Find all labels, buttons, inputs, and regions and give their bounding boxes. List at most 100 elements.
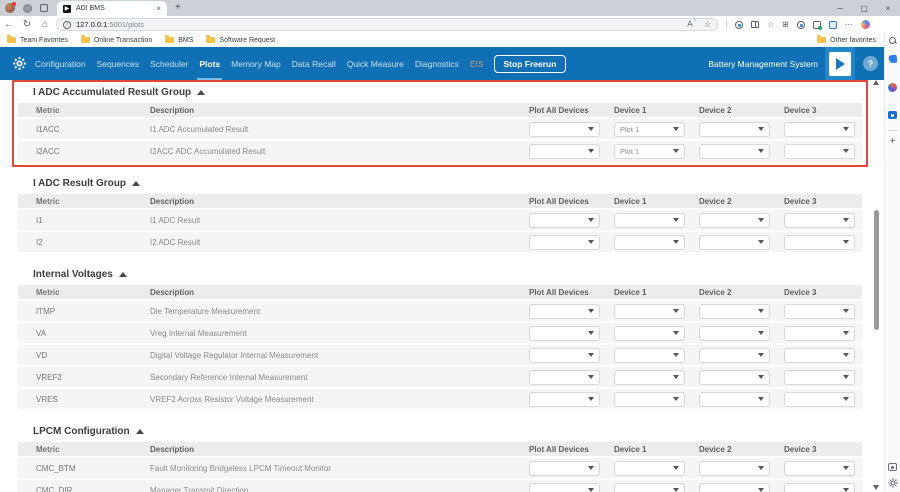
group-header[interactable]: I ADC Accumulated Result Group (18, 86, 862, 99)
device-1-select[interactable]: Plot 1 (614, 144, 685, 159)
plot-all-devices-select[interactable] (529, 144, 600, 159)
device-3-select[interactable] (784, 213, 855, 228)
plot-all-devices-select[interactable] (529, 348, 600, 363)
device-2-select[interactable] (699, 392, 770, 407)
device-2-select[interactable] (699, 326, 770, 341)
plot-all-devices-select[interactable] (529, 326, 600, 341)
split-screen-icon[interactable] (751, 21, 759, 28)
close-button[interactable]: × (876, 4, 900, 13)
device-2-select[interactable] (699, 213, 770, 228)
device-3-select[interactable] (784, 370, 855, 385)
plot-all-devices-select[interactable] (529, 392, 600, 407)
nav-item-sequences[interactable]: Sequences (97, 47, 140, 80)
address-bar[interactable]: i 127.0.0.1:5001/plots A⌃ ☆ (56, 18, 718, 31)
bookmark-folder[interactable]: Online Transaction (81, 37, 152, 44)
favorite-star-icon[interactable]: ☆ (704, 21, 711, 29)
extensions-icon[interactable] (813, 21, 821, 29)
device-1-select[interactable] (614, 304, 685, 319)
device-2-select[interactable] (699, 304, 770, 319)
group-header[interactable]: I ADC Result Group (18, 177, 862, 190)
maximize-button[interactable]: ▢ (852, 4, 876, 13)
url-text[interactable]: 127.0.0.1:5001/plots (76, 20, 682, 29)
plot-all-devices-select[interactable] (529, 213, 600, 228)
nav-item-configuration[interactable]: Configuration (35, 47, 86, 80)
site-info-icon[interactable]: i (63, 21, 71, 29)
device-2-select[interactable] (699, 348, 770, 363)
device-3-select[interactable] (784, 326, 855, 341)
device-2-select[interactable] (699, 483, 770, 492)
web-capture-icon[interactable] (829, 21, 837, 29)
collapse-arrow-icon[interactable] (132, 181, 140, 186)
plot-all-devices-select[interactable] (529, 483, 600, 492)
add-sidebar-item-icon[interactable]: + (890, 137, 896, 147)
device-1-select[interactable] (614, 461, 685, 476)
device-3-select[interactable] (784, 304, 855, 319)
device-1-select[interactable] (614, 326, 685, 341)
device-3-select[interactable] (784, 348, 855, 363)
plot-all-devices-select[interactable] (529, 304, 600, 319)
home-button[interactable]: ⌂ (36, 19, 54, 30)
device-2-select[interactable] (699, 461, 770, 476)
plot-all-devices-select[interactable] (529, 235, 600, 250)
nav-item-plots[interactable]: Plots (199, 47, 220, 80)
nav-item-data-recall[interactable]: Data Recall (292, 47, 336, 80)
plot-all-devices-select[interactable] (529, 122, 600, 137)
new-tab-button[interactable]: + (175, 2, 181, 13)
collections-icon[interactable]: ⊞ (782, 21, 789, 29)
collapse-arrow-icon[interactable] (197, 90, 205, 95)
reload-button[interactable]: ↻ (18, 19, 36, 30)
other-favorites[interactable]: Other favorites (817, 37, 876, 44)
screenshot-icon[interactable] (888, 111, 897, 119)
nav-item-diagnostics[interactable]: Diagnostics (415, 47, 459, 80)
bookmark-folder[interactable]: BMS (165, 37, 193, 44)
tab-close-icon[interactable]: × (156, 4, 161, 13)
device-1-select[interactable] (614, 370, 685, 385)
device-3-select[interactable] (784, 122, 855, 137)
device-3-select[interactable] (784, 461, 855, 476)
back-button[interactable]: ← (0, 19, 18, 30)
nav-item-memory-map[interactable]: Memory Map (231, 47, 281, 80)
scroll-down-icon[interactable] (873, 485, 879, 490)
image-tool-icon[interactable] (888, 463, 897, 471)
plot-all-devices-select[interactable] (529, 370, 600, 385)
scrollbar-thumb[interactable] (874, 210, 879, 330)
nav-item-scheduler[interactable]: Scheduler (150, 47, 188, 80)
device-2-select[interactable] (699, 370, 770, 385)
device-1-select[interactable] (614, 235, 685, 250)
collapse-arrow-icon[interactable] (119, 272, 127, 277)
device-3-select[interactable] (784, 392, 855, 407)
m365-apps-icon[interactable] (888, 83, 897, 92)
minimize-button[interactable]: ─ (828, 4, 852, 13)
device-1-select[interactable] (614, 213, 685, 228)
shopping-tag-icon[interactable] (888, 54, 897, 63)
device-1-select[interactable]: Plot 1 (614, 122, 685, 137)
help-icon[interactable]: ? (863, 56, 878, 71)
device-3-select[interactable] (784, 235, 855, 250)
read-aloud-icon[interactable]: A⌃ (687, 20, 697, 29)
more-menu-icon[interactable]: ⋯ (845, 21, 853, 29)
device-1-select[interactable] (614, 392, 685, 407)
device-3-select[interactable] (784, 144, 855, 159)
device-3-select[interactable] (784, 483, 855, 492)
page-scrollbar[interactable] (872, 78, 881, 492)
device-1-select[interactable] (614, 348, 685, 363)
device-2-select[interactable] (699, 144, 770, 159)
bookmark-folder[interactable]: Team Favorites (7, 37, 68, 44)
tab-actions-icon[interactable] (40, 4, 48, 12)
scroll-up-icon[interactable] (873, 80, 879, 85)
device-1-select[interactable] (614, 483, 685, 492)
favorites-icon[interactable]: ☆ (767, 21, 774, 29)
device-2-select[interactable] (699, 235, 770, 250)
bookmark-folder[interactable]: Software Request (206, 37, 275, 44)
nav-item-quick-measure[interactable]: Quick Measure (347, 47, 404, 80)
plot-all-devices-select[interactable] (529, 461, 600, 476)
settings-gear-icon[interactable] (13, 57, 26, 70)
profile-avatar-icon[interactable] (5, 3, 15, 13)
collapse-arrow-icon[interactable] (136, 429, 144, 434)
copilot-icon[interactable] (861, 20, 870, 29)
group-header[interactable]: LPCM Configuration (18, 425, 862, 438)
gear-icon[interactable] (888, 478, 898, 488)
device-2-select[interactable] (699, 122, 770, 137)
run-button[interactable] (825, 47, 855, 80)
browser-essentials-icon[interactable] (735, 21, 743, 29)
